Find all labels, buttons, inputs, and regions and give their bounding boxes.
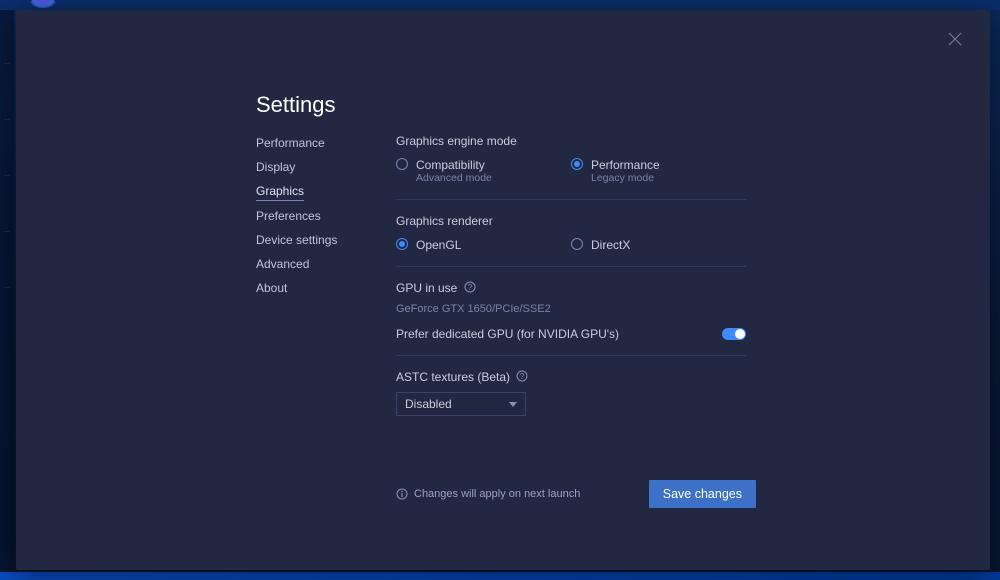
- gpu-in-use-label: GPU in use ?: [396, 281, 746, 295]
- sidebar-item-preferences[interactable]: Preferences: [256, 209, 386, 224]
- divider: [396, 266, 746, 267]
- info-icon[interactable]: ?: [464, 281, 476, 293]
- sidebar-item-advanced[interactable]: Advanced: [256, 257, 386, 272]
- settings-modal: Settings Performance Display Graphics Pr…: [16, 10, 990, 570]
- engine-mode-performance[interactable]: Performance Legacy mode: [571, 156, 746, 185]
- app-topbar: [0, 0, 1000, 10]
- sidebar-item-about[interactable]: About: [256, 281, 386, 296]
- sidebar-item-device-settings[interactable]: Device settings: [256, 233, 386, 248]
- settings-footer: Changes will apply on next launch Save c…: [396, 480, 756, 508]
- gpu-label-text: GPU in use: [396, 281, 457, 295]
- engine-mode-compatibility[interactable]: Compatibility Advanced mode: [396, 156, 571, 185]
- sidebar-item-performance[interactable]: Performance: [256, 136, 386, 151]
- radio-label: Compatibility: [416, 158, 492, 172]
- divider: [396, 199, 746, 200]
- info-icon[interactable]: ?: [516, 370, 528, 382]
- astc-select-value: Disabled: [405, 397, 452, 411]
- radio-label: Performance: [591, 158, 660, 172]
- svg-text:?: ?: [520, 372, 525, 381]
- settings-sidebar: Performance Display Graphics Preferences…: [256, 136, 386, 296]
- svg-text:?: ?: [467, 283, 472, 292]
- renderer-opengl[interactable]: OpenGL: [396, 236, 571, 252]
- astc-label: ASTC textures (Beta) ?: [396, 370, 746, 384]
- renderer-directx[interactable]: DirectX: [571, 236, 746, 252]
- astc-label-text: ASTC textures (Beta): [396, 370, 510, 384]
- desktop-taskbar: [0, 572, 1000, 580]
- prefer-dedicated-gpu-toggle[interactable]: [722, 328, 746, 340]
- radio-sublabel: Legacy mode: [591, 172, 660, 185]
- astc-select[interactable]: Disabled: [396, 392, 526, 416]
- gpu-name: GeForce GTX 1650/PCIe/SSE2: [396, 303, 746, 315]
- footer-note-text: Changes will apply on next launch: [414, 488, 580, 500]
- radio-icon: [571, 158, 583, 170]
- close-button[interactable]: [948, 32, 962, 46]
- prefer-dedicated-gpu-label: Prefer dedicated GPU (for NVIDIA GPU's): [396, 327, 619, 341]
- footer-note: Changes will apply on next launch: [396, 488, 580, 500]
- sidebar-item-display[interactable]: Display: [256, 160, 386, 175]
- page-title: Settings: [256, 92, 336, 118]
- renderer-label: Graphics renderer: [396, 214, 746, 228]
- radio-icon: [396, 158, 408, 170]
- save-changes-button[interactable]: Save changes: [649, 480, 756, 508]
- divider: [396, 355, 746, 356]
- radio-icon: [396, 238, 408, 250]
- radio-label: DirectX: [591, 238, 630, 252]
- radio-label: OpenGL: [416, 238, 461, 252]
- radio-icon: [571, 238, 583, 250]
- sidebar-item-graphics[interactable]: Graphics: [256, 184, 304, 201]
- radio-sublabel: Advanced mode: [416, 172, 492, 185]
- chevron-down-icon: [509, 402, 517, 407]
- info-icon: [396, 488, 408, 500]
- desktop-left-sliver: ……………: [0, 10, 14, 580]
- engine-mode-label: Graphics engine mode: [396, 134, 746, 148]
- settings-main: Graphics engine mode Compatibility Advan…: [396, 134, 746, 416]
- close-icon: [948, 32, 962, 46]
